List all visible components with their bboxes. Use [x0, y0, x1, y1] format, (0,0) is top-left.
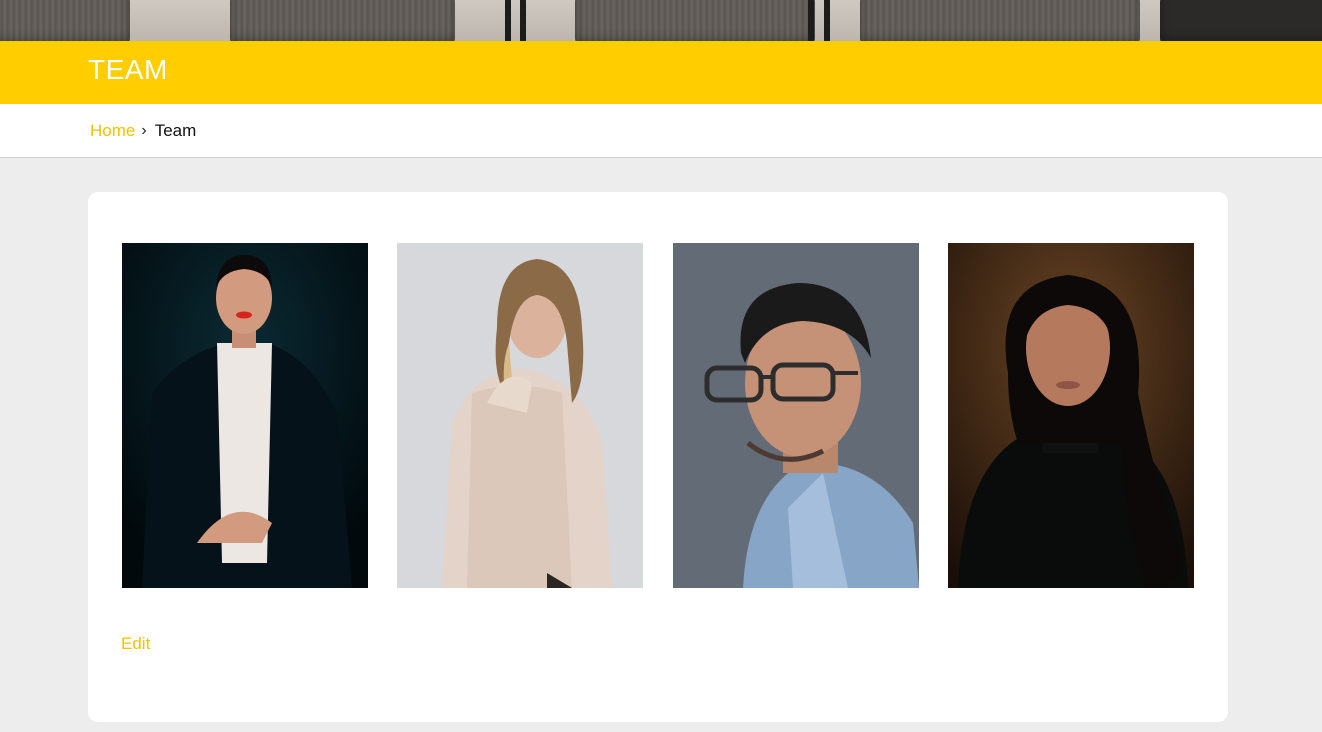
breadcrumb-home-link[interactable]: Home — [90, 121, 135, 141]
portrait-image — [673, 243, 919, 588]
team-member-photo[interactable] — [673, 243, 919, 588]
portrait-image — [948, 243, 1194, 588]
team-card: Edit — [88, 192, 1228, 722]
portrait-image — [397, 243, 643, 588]
breadcrumb: Home › Team — [0, 104, 1322, 158]
breadcrumb-current: Team — [154, 121, 197, 140]
team-member-photo[interactable] — [948, 243, 1194, 588]
page-header: TEAM — [0, 41, 1322, 104]
team-member-photo[interactable] — [122, 243, 368, 588]
team-member-photo[interactable] — [397, 243, 643, 588]
hero-banner-image — [0, 0, 1322, 41]
portrait-image — [122, 243, 368, 588]
edit-link[interactable]: Edit — [121, 634, 150, 654]
chevron-right-icon: › — [141, 122, 147, 139]
page-title: TEAM — [88, 54, 168, 85]
